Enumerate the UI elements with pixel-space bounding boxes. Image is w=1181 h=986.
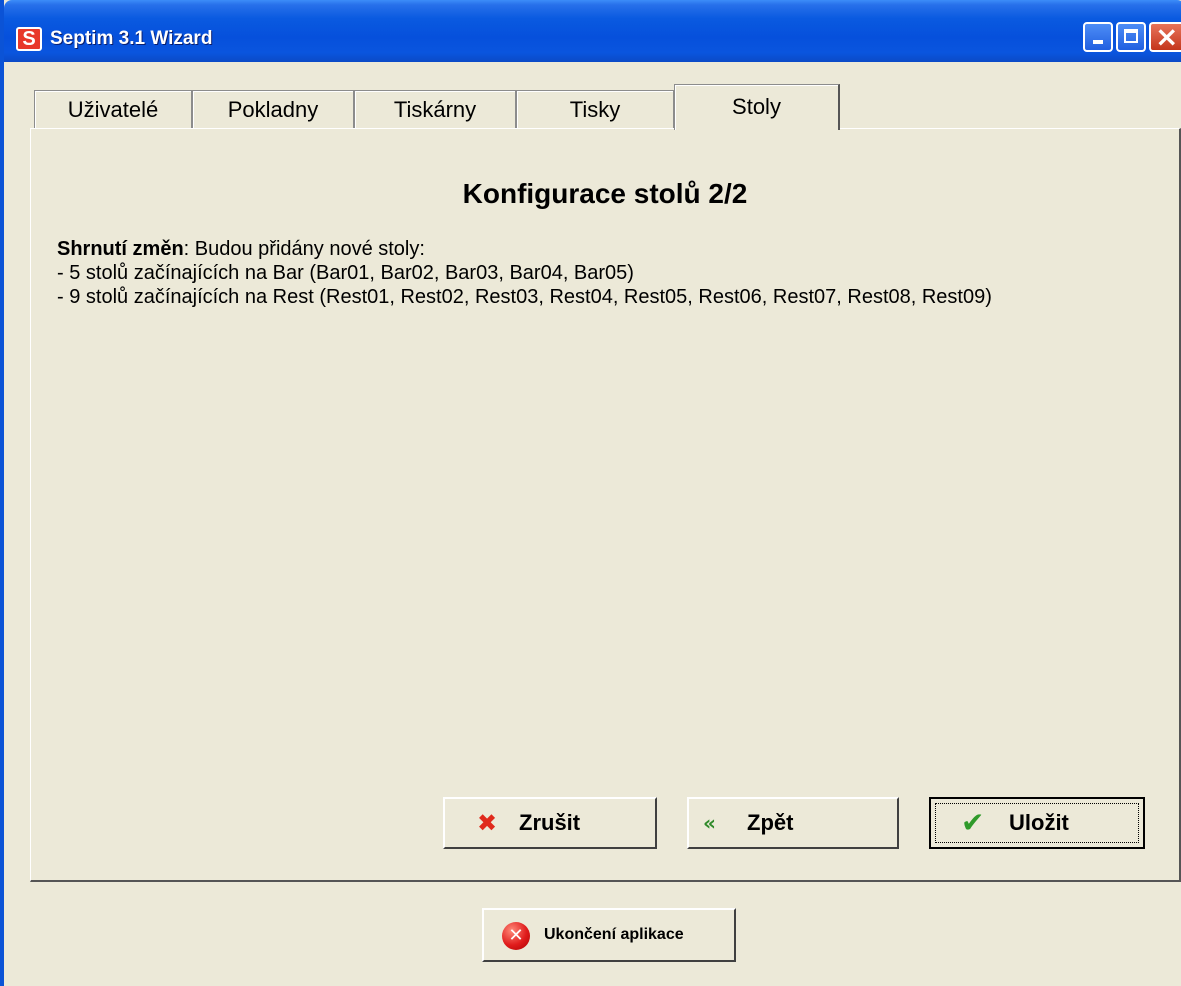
summary-line-rest: - 9 stolů začínajících na Rest (Rest01, … <box>57 286 992 308</box>
app-icon: S <box>16 27 42 51</box>
exit-button-label: Ukončení aplikace <box>544 926 684 943</box>
tab-tisky[interactable]: Tisky <box>516 90 674 128</box>
summary-line-bar: - 5 stolů začínajících na Bar (Bar01, Ba… <box>57 262 634 284</box>
window-title: Septim 3.1 Wizard <box>50 28 213 49</box>
summary-text: Shrnutí změn: Budou přidány nové stoly: … <box>57 237 1157 309</box>
double-chevron-left-icon: « <box>703 811 716 835</box>
cancel-button-label: Zrušit <box>519 810 581 835</box>
x-icon: ✖ <box>477 809 498 837</box>
cancel-button[interactable]: ✖ Zrušit <box>443 797 657 849</box>
save-button[interactable]: ✔ Uložit <box>929 797 1145 849</box>
exit-application-button[interactable]: ✕ Ukončení aplikace <box>482 908 736 962</box>
tab-panel-stoly: Konfigurace stolů 2/2 Shrnutí změn: Budo… <box>30 128 1181 882</box>
maximize-icon <box>1124 29 1138 43</box>
minimize-icon <box>1093 40 1103 44</box>
close-icon: × <box>1155 20 1179 53</box>
summary-label: Shrnutí změn <box>57 238 184 260</box>
checkmark-icon: ✔ <box>961 806 985 839</box>
tab-stoly[interactable]: Stoly <box>674 84 840 130</box>
tab-uzivatele[interactable]: Uživatelé <box>34 90 192 128</box>
summary-intro: : Budou přidány nové stoly: <box>183 238 425 260</box>
stop-icon: ✕ <box>502 922 530 950</box>
save-button-label: Uložit <box>1009 810 1069 835</box>
wizard-window: S Septim 3.1 Wizard × Uživatelé Pokladny… <box>0 0 1181 986</box>
tab-pokladny[interactable]: Pokladny <box>192 90 354 128</box>
page-title: Konfigurace stolů 2/2 <box>462 178 748 209</box>
summary-header: Shrnutí změn: Budou přidány nové stoly: <box>57 237 1157 261</box>
maximize-button[interactable] <box>1116 22 1146 52</box>
tab-tiskarny[interactable]: Tiskárny <box>354 90 516 128</box>
minimize-button[interactable] <box>1083 22 1113 52</box>
title-bar[interactable]: S Septim 3.1 Wizard × <box>4 0 1181 62</box>
back-button[interactable]: « Zpět <box>687 797 899 849</box>
back-button-label: Zpět <box>747 810 794 835</box>
close-button[interactable]: × <box>1149 20 1181 53</box>
